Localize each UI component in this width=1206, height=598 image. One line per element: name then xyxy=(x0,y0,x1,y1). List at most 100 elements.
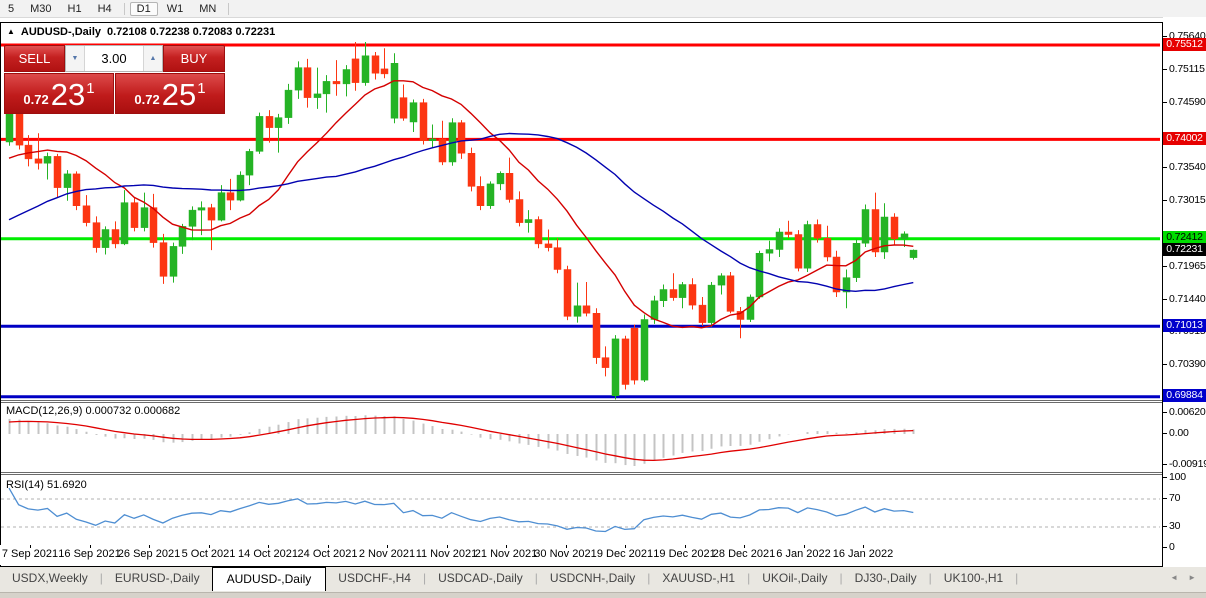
candle xyxy=(160,234,167,284)
price-axis-label: 0.73540 xyxy=(1169,161,1206,173)
volume-input[interactable]: 3.00 xyxy=(85,46,143,71)
axis-tick-mark xyxy=(1163,299,1167,300)
macd-indicator-label: MACD(12,26,9) 0.000732 0.000682 xyxy=(6,405,180,417)
axis-tick-mark xyxy=(1163,200,1167,201)
tab-eurusd-daily[interactable]: EURUSD-,Daily xyxy=(103,568,212,589)
timeframe-button-5[interactable]: 5 xyxy=(1,2,21,16)
chart-title: ▲ AUDUSD-,Daily 0.72108 0.72238 0.72083 … xyxy=(7,26,275,38)
tab-ukoil-daily[interactable]: UKOil-,Daily xyxy=(750,568,839,589)
buy-price-prefix: 0.72 xyxy=(134,92,159,107)
candle xyxy=(323,75,330,113)
tab-usdchf-h4[interactable]: USDCHF-,H4 xyxy=(326,568,423,589)
date-axis-label: 21 Nov 2021 xyxy=(475,548,537,560)
date-axis-label: 26 Sep 2021 xyxy=(118,548,180,560)
candle xyxy=(410,100,417,133)
candle xyxy=(843,270,850,309)
axis-tick-mark xyxy=(1163,364,1167,365)
symbol-marker-icon: ▲ xyxy=(7,27,15,36)
rsi-pane[interactable] xyxy=(1,475,1160,546)
date-axis-label: 14 Oct 2021 xyxy=(238,548,298,560)
tab-scroll-left-icon[interactable]: ◄ xyxy=(1170,573,1178,582)
timeframe-button-h1[interactable]: H1 xyxy=(61,2,89,16)
timeframe-toolbar: 5M30H1H4 D1W1MN xyxy=(0,0,1206,18)
candle xyxy=(689,278,696,309)
candle xyxy=(468,148,475,192)
rsi-indicator-label: RSI(14) 51.6920 xyxy=(6,479,87,491)
candle xyxy=(112,221,119,248)
volume-decrease-icon[interactable]: ▼ xyxy=(66,46,85,71)
toolbar-separator xyxy=(228,3,229,15)
candle xyxy=(333,60,340,96)
axis-tick-mark xyxy=(1163,167,1167,168)
tab-scroll-controls: ◄► xyxy=(1170,567,1206,582)
candle xyxy=(54,154,61,197)
candle xyxy=(275,114,282,153)
candle xyxy=(362,42,369,86)
timeframe-button-mn[interactable]: MN xyxy=(192,2,223,16)
tab-uk100-h1[interactable]: UK100-,H1 xyxy=(932,568,1015,589)
date-axis-label: 6 Jan 2022 xyxy=(776,548,830,560)
date-axis-label: 28 Dec 2021 xyxy=(713,548,775,560)
candle xyxy=(343,65,350,96)
status-strip xyxy=(0,592,1206,598)
macd-axis-label: 0.00 xyxy=(1169,427,1189,439)
rsi-axis-label: 100 xyxy=(1169,471,1186,483)
axis-tick-mark xyxy=(1163,266,1167,267)
volume-increase-icon[interactable]: ▲ xyxy=(143,46,162,71)
timeframe-button-m30[interactable]: M30 xyxy=(23,2,58,16)
tab-xauusd-h1[interactable]: XAUUSD-,H1 xyxy=(650,568,747,589)
tab-usdcad-daily[interactable]: USDCAD-,Daily xyxy=(426,568,535,589)
axis-tick-mark xyxy=(1163,547,1167,548)
candle xyxy=(660,285,667,308)
date-axis-label: 2 Nov 2021 xyxy=(359,548,415,560)
timeframe-button-d1[interactable]: D1 xyxy=(130,2,158,16)
date-axis-label: 16 Sep 2021 xyxy=(58,548,120,560)
price-axis-label: 0.71965 xyxy=(1169,260,1206,272)
macd-signal-line xyxy=(9,417,913,460)
buy-button[interactable]: BUY xyxy=(163,45,225,72)
tab-audusd-daily[interactable]: AUDUSD-,Daily xyxy=(212,567,327,591)
candle xyxy=(295,61,302,99)
candle xyxy=(554,238,561,273)
tab-usdcnh-daily[interactable]: USDCNH-,Daily xyxy=(538,568,647,589)
buy-price-display[interactable]: 0.72 25 1 xyxy=(115,73,225,114)
candle xyxy=(141,193,148,232)
macd-axis-label: 0.006201 xyxy=(1169,406,1206,418)
candle xyxy=(429,125,436,148)
candle xyxy=(679,282,686,308)
rsi-axis-label: 0 xyxy=(1169,541,1175,553)
price-axis-tag: 0.69884 xyxy=(1163,389,1206,402)
price-axis-tag: 0.71013 xyxy=(1163,319,1206,332)
candle xyxy=(93,216,100,252)
timeframe-button-h4[interactable]: H4 xyxy=(91,2,119,16)
chart-symbol-label: AUDUSD-,Daily xyxy=(21,26,101,38)
price-axis-label: 0.71440 xyxy=(1169,293,1206,305)
candle xyxy=(83,195,90,226)
candle xyxy=(131,198,138,232)
tab-usdx-weekly[interactable]: USDX,Weekly xyxy=(0,568,100,589)
buy-price-point: 1 xyxy=(197,80,205,97)
price-axis: 0.756400.751150.745900.735400.730150.719… xyxy=(1163,17,1206,566)
sell-price-display[interactable]: 0.72 23 1 xyxy=(4,73,114,114)
candle xyxy=(631,325,638,385)
candle xyxy=(574,283,581,323)
candle xyxy=(804,221,811,272)
date-axis-label: 11 Nov 2021 xyxy=(416,548,478,560)
candle xyxy=(352,42,359,91)
candle xyxy=(314,68,321,109)
timeframe-button-w1[interactable]: W1 xyxy=(160,2,191,16)
chart-area[interactable]: ▲ AUDUSD-,Daily 0.72108 0.72238 0.72083 … xyxy=(0,22,1163,567)
sell-button[interactable]: SELL xyxy=(4,45,65,72)
tab-dj30-daily[interactable]: DJ30-,Daily xyxy=(843,568,929,589)
candle xyxy=(881,203,888,259)
candle xyxy=(381,48,388,78)
candle xyxy=(102,226,109,254)
candle xyxy=(256,113,263,154)
tab-separator: | xyxy=(1015,571,1018,585)
tab-scroll-right-icon[interactable]: ► xyxy=(1188,573,1196,582)
candle xyxy=(602,346,609,376)
candle xyxy=(583,282,590,316)
rsi-axis-label: 70 xyxy=(1169,492,1180,504)
price-axis-label: 0.74590 xyxy=(1169,96,1206,108)
sell-price-point: 1 xyxy=(86,80,94,97)
